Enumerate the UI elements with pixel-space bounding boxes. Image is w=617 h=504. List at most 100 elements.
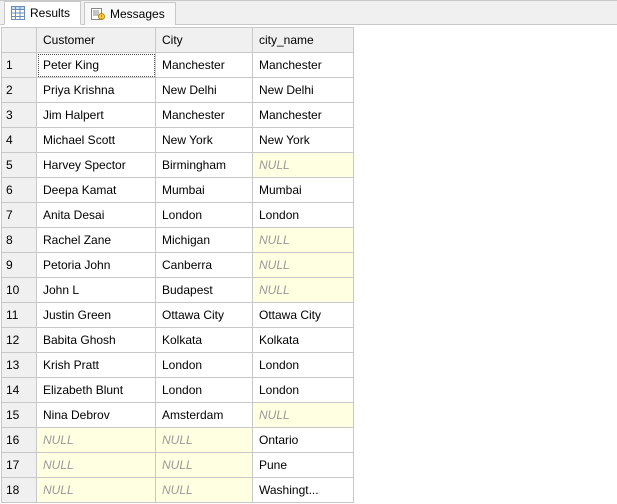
row-number[interactable]: 14 bbox=[2, 378, 37, 403]
row-number[interactable]: 1 bbox=[2, 53, 37, 78]
row-number[interactable]: 3 bbox=[2, 103, 37, 128]
header-customer[interactable]: Customer bbox=[37, 28, 156, 53]
cell-city[interactable]: NULL bbox=[156, 428, 253, 453]
cell-customer[interactable]: NULL bbox=[37, 478, 156, 503]
cell-customer[interactable]: NULL bbox=[37, 453, 156, 478]
row-number[interactable]: 15 bbox=[2, 403, 37, 428]
cell-city[interactable]: London bbox=[156, 353, 253, 378]
row-number[interactable]: 6 bbox=[2, 178, 37, 203]
cell-customer[interactable]: Elizabeth Blunt bbox=[37, 378, 156, 403]
cell-city-name[interactable]: Manchester bbox=[253, 103, 354, 128]
cell-customer[interactable]: Peter King bbox=[37, 53, 156, 78]
table-row[interactable]: 2Priya KrishnaNew DelhiNew Delhi bbox=[2, 78, 354, 103]
table-row[interactable]: 1Peter KingManchesterManchester bbox=[2, 53, 354, 78]
cell-customer[interactable]: Justin Green bbox=[37, 303, 156, 328]
cell-city-name[interactable]: NULL bbox=[253, 153, 354, 178]
cell-city[interactable]: NULL bbox=[156, 453, 253, 478]
header-rownum[interactable] bbox=[2, 28, 37, 53]
cell-city-name[interactable]: NULL bbox=[253, 228, 354, 253]
tab-results[interactable]: Results bbox=[4, 1, 81, 25]
cell-customer[interactable]: Nina Debrov bbox=[37, 403, 156, 428]
cell-customer[interactable]: Jim Halpert bbox=[37, 103, 156, 128]
cell-city-name[interactable]: Ottawa City bbox=[253, 303, 354, 328]
cell-city[interactable]: London bbox=[156, 203, 253, 228]
cell-city[interactable]: Kolkata bbox=[156, 328, 253, 353]
table-row[interactable]: 5Harvey SpectorBirminghamNULL bbox=[2, 153, 354, 178]
cell-city[interactable]: Amsterdam bbox=[156, 403, 253, 428]
header-city-name[interactable]: city_name bbox=[253, 28, 354, 53]
table-row[interactable]: 17NULLNULLPune bbox=[2, 453, 354, 478]
cell-city[interactable]: Manchester bbox=[156, 53, 253, 78]
table-row[interactable]: 14Elizabeth BluntLondonLondon bbox=[2, 378, 354, 403]
cell-city[interactable]: New Delhi bbox=[156, 78, 253, 103]
cell-city-name[interactable]: New York bbox=[253, 128, 354, 153]
row-number[interactable]: 11 bbox=[2, 303, 37, 328]
row-number[interactable]: 17 bbox=[2, 453, 37, 478]
cell-city[interactable]: Budapest bbox=[156, 278, 253, 303]
table-row[interactable]: 9Petoria JohnCanberraNULL bbox=[2, 253, 354, 278]
cell-customer[interactable]: Deepa Kamat bbox=[37, 178, 156, 203]
row-number[interactable]: 13 bbox=[2, 353, 37, 378]
cell-city[interactable]: Canberra bbox=[156, 253, 253, 278]
cell-customer[interactable]: Babita Ghosh bbox=[37, 328, 156, 353]
cell-city-name[interactable]: Ontario bbox=[253, 428, 354, 453]
cell-city[interactable]: New York bbox=[156, 128, 253, 153]
cell-city-name[interactable]: Mumbai bbox=[253, 178, 354, 203]
table-row[interactable]: 18NULLNULLWashingt... bbox=[2, 478, 354, 503]
row-number[interactable]: 5 bbox=[2, 153, 37, 178]
cell-customer[interactable]: Krish Pratt bbox=[37, 353, 156, 378]
row-number[interactable]: 4 bbox=[2, 128, 37, 153]
cell-city[interactable]: Birmingham bbox=[156, 153, 253, 178]
cell-city[interactable]: Ottawa City bbox=[156, 303, 253, 328]
row-number[interactable]: 8 bbox=[2, 228, 37, 253]
header-city[interactable]: City bbox=[156, 28, 253, 53]
row-number[interactable]: 16 bbox=[2, 428, 37, 453]
table-row[interactable]: 15Nina DebrovAmsterdamNULL bbox=[2, 403, 354, 428]
table-row[interactable]: 12Babita GhoshKolkataKolkata bbox=[2, 328, 354, 353]
cell-city-name[interactable]: New Delhi bbox=[253, 78, 354, 103]
table-row[interactable]: 4Michael ScottNew YorkNew York bbox=[2, 128, 354, 153]
cell-city-name[interactable]: London bbox=[253, 353, 354, 378]
row-number[interactable]: 2 bbox=[2, 78, 37, 103]
cell-city-name[interactable]: NULL bbox=[253, 403, 354, 428]
cell-city-name[interactable]: Manchester bbox=[253, 53, 354, 78]
cell-customer[interactable]: Harvey Spector bbox=[37, 153, 156, 178]
cell-customer[interactable]: Michael Scott bbox=[37, 128, 156, 153]
cell-customer[interactable]: Petoria John bbox=[37, 253, 156, 278]
cell-city[interactable]: Michigan bbox=[156, 228, 253, 253]
cell-customer[interactable]: John L bbox=[37, 278, 156, 303]
cell-city-name[interactable]: NULL bbox=[253, 253, 354, 278]
results-grid[interactable]: Customer City city_name 1Peter KingManch… bbox=[1, 27, 354, 503]
row-number[interactable]: 9 bbox=[2, 253, 37, 278]
cell-city[interactable]: London bbox=[156, 378, 253, 403]
cell-customer[interactable]: Priya Krishna bbox=[37, 78, 156, 103]
tab-messages[interactable]: Messages bbox=[84, 2, 176, 25]
table-row[interactable]: 8Rachel ZaneMichiganNULL bbox=[2, 228, 354, 253]
cell-city-name[interactable]: Washingt... bbox=[253, 478, 354, 503]
cell-city-name[interactable]: London bbox=[253, 203, 354, 228]
row-number[interactable]: 7 bbox=[2, 203, 37, 228]
table-row[interactable]: 10John LBudapestNULL bbox=[2, 278, 354, 303]
cell-customer[interactable]: Rachel Zane bbox=[37, 228, 156, 253]
cell-city[interactable]: Manchester bbox=[156, 103, 253, 128]
cell-customer[interactable]: Anita Desai bbox=[37, 203, 156, 228]
row-number[interactable]: 10 bbox=[2, 278, 37, 303]
table-row[interactable]: 6Deepa KamatMumbaiMumbai bbox=[2, 178, 354, 203]
cell-city-name[interactable]: NULL bbox=[253, 278, 354, 303]
table-row[interactable]: 7Anita DesaiLondonLondon bbox=[2, 203, 354, 228]
cell-city-name[interactable]: London bbox=[253, 378, 354, 403]
row-number[interactable]: 12 bbox=[2, 328, 37, 353]
table-row[interactable]: 11Justin GreenOttawa CityOttawa City bbox=[2, 303, 354, 328]
cell-city-name[interactable]: Pune bbox=[253, 453, 354, 478]
table-row[interactable]: 16NULLNULLOntario bbox=[2, 428, 354, 453]
table-row[interactable]: 13Krish PrattLondonLondon bbox=[2, 353, 354, 378]
grid-body: 1Peter KingManchesterManchester2Priya Kr… bbox=[2, 53, 354, 503]
messages-icon bbox=[91, 7, 105, 21]
cell-city[interactable]: Mumbai bbox=[156, 178, 253, 203]
cell-city-name[interactable]: Kolkata bbox=[253, 328, 354, 353]
row-number[interactable]: 18 bbox=[2, 478, 37, 503]
cell-customer[interactable]: NULL bbox=[37, 428, 156, 453]
header-row: Customer City city_name bbox=[2, 28, 354, 53]
cell-city[interactable]: NULL bbox=[156, 478, 253, 503]
table-row[interactable]: 3Jim HalpertManchesterManchester bbox=[2, 103, 354, 128]
